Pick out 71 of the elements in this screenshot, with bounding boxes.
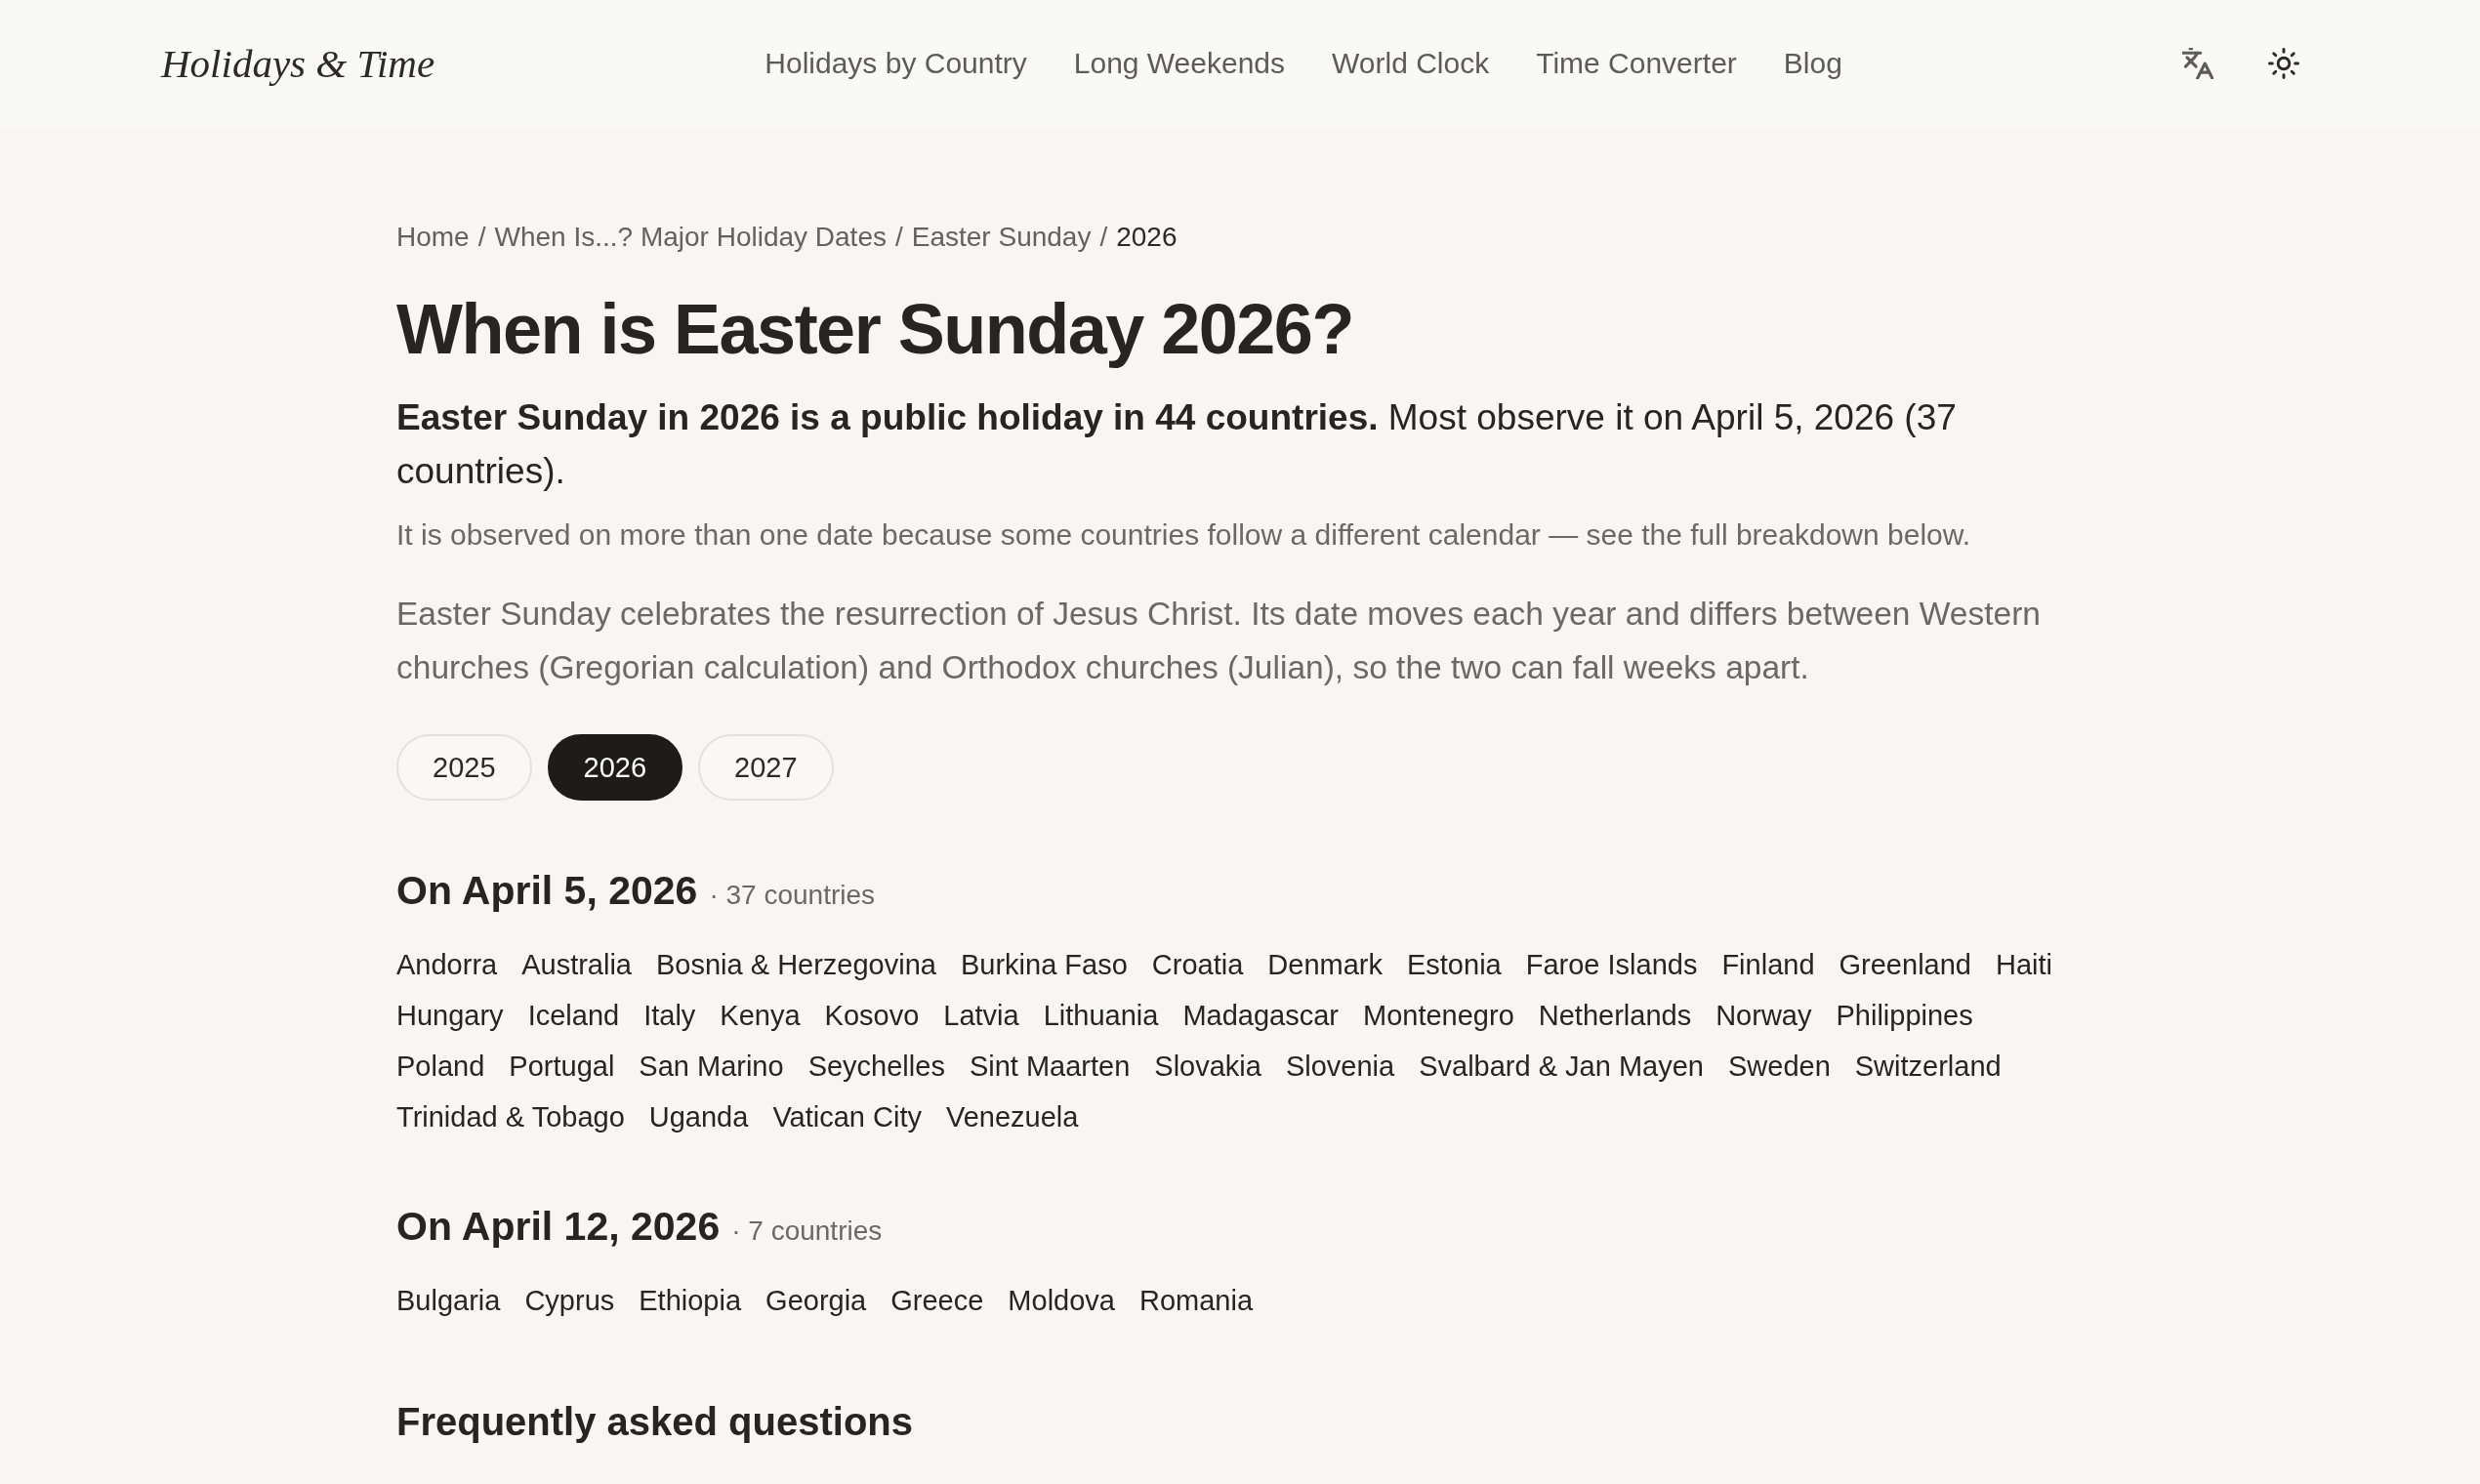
section-heading: On April 5, 2026 — [396, 867, 698, 915]
translate-icon — [2182, 48, 2213, 79]
country-link[interactable]: Latvia — [943, 990, 1019, 1041]
country-link[interactable]: Andorra — [396, 939, 498, 990]
faq-heading: Frequently asked questions — [396, 1399, 915, 1445]
country-link[interactable]: Trinidad & Tobago — [396, 1092, 625, 1142]
country-count: · 37 countries — [709, 879, 876, 912]
nav-link[interactable]: Long Weekends — [1073, 47, 1286, 80]
year-tab[interactable]: 2026 — [547, 734, 683, 801]
country-link[interactable]: Sweden — [1727, 1041, 1831, 1092]
year-tab[interactable]: 2027 — [698, 734, 834, 801]
country-link[interactable]: Estonia — [1406, 939, 1502, 990]
country-link[interactable]: Iceland — [527, 990, 620, 1041]
country-link[interactable]: Kosovo — [824, 990, 920, 1041]
breadcrumb-link[interactable]: Home — [396, 218, 470, 257]
breadcrumb-separator: / — [895, 221, 903, 254]
country-link[interactable]: San Marino — [639, 1041, 784, 1092]
nav-link[interactable]: Time Converter — [1536, 47, 1737, 80]
country-link[interactable]: Svalbard & Jan Mayen — [1419, 1041, 1704, 1092]
country-link[interactable]: Hungary — [396, 990, 504, 1041]
country-count: · 7 countries — [731, 1215, 883, 1248]
nav-link[interactable]: Holidays by Country — [765, 47, 1027, 80]
breadcrumb-separator: / — [1099, 221, 1108, 254]
country-link[interactable]: Montenegro — [1363, 990, 1514, 1041]
country-link[interactable]: Italy — [643, 990, 696, 1041]
country-link[interactable]: Switzerland — [1854, 1041, 2002, 1092]
country-link[interactable]: Philippines — [1836, 990, 1973, 1041]
nav-link[interactable]: Blog — [1783, 47, 1842, 80]
breadcrumb-link[interactable]: When Is...? Major Holiday Dates — [494, 218, 887, 257]
country-link[interactable]: Australia — [521, 939, 632, 990]
country-link[interactable]: Georgia — [765, 1275, 867, 1326]
country-link[interactable]: Bosnia & Herzegovina — [656, 939, 936, 990]
country-link[interactable]: Portugal — [509, 1041, 615, 1092]
description-text: Easter Sunday celebrates the resurrection of Jesus Christ. Its date moves each year and differs between Western churches (Gregorian calculation) and Orthodox churches (Julian), so the two can fall weeks apart. — [396, 595, 2042, 687]
page-title: When is Easter Sunday 2026? — [396, 289, 1354, 370]
country-link[interactable]: Burkina Faso — [960, 939, 1128, 990]
country-link[interactable]: Sint Maarten — [969, 1041, 1131, 1092]
country-link[interactable]: Denmark — [1267, 939, 1383, 990]
country-link[interactable]: Romania — [1139, 1275, 1254, 1326]
country-link[interactable]: Greece — [890, 1275, 984, 1326]
country-link[interactable]: Netherlands — [1538, 990, 1692, 1041]
breadcrumb-current: 2026 — [1116, 221, 1178, 254]
country-link[interactable]: Venezuela — [945, 1092, 1079, 1142]
breadcrumb-link[interactable]: Easter Sunday — [911, 218, 1092, 257]
country-link[interactable]: Finland — [1721, 939, 1815, 990]
site-logo[interactable]: Holidays & Time — [161, 40, 435, 87]
country-link[interactable]: Ethiopia — [639, 1275, 742, 1326]
country-link[interactable]: Poland — [396, 1041, 485, 1092]
country-link[interactable]: Uganda — [648, 1092, 749, 1142]
country-link[interactable]: Croatia — [1151, 939, 1244, 990]
nav-link[interactable]: World Clock — [1332, 47, 1490, 80]
country-link[interactable]: Vatican City — [772, 1092, 922, 1142]
breadcrumb-separator: / — [477, 221, 486, 254]
section-heading: On April 12, 2026 — [396, 1203, 721, 1251]
country-link[interactable]: Greenland — [1839, 939, 1971, 990]
note-text: It is observed on more than one date because some countries follow a different calendar — see the full breakdown below. — [396, 517, 1972, 553]
sun-icon — [2268, 48, 2299, 79]
country-link[interactable]: Faroe Islands — [1525, 939, 1698, 990]
country-link[interactable]: Lithuania — [1043, 990, 1159, 1041]
country-link[interactable]: Cyprus — [524, 1275, 615, 1326]
year-tab[interactable]: 2025 — [396, 734, 532, 801]
country-link[interactable]: Norway — [1715, 990, 1812, 1041]
country-link[interactable]: Haiti — [1995, 939, 2052, 990]
country-link[interactable]: Bulgaria — [396, 1275, 501, 1326]
country-link[interactable]: Slovenia — [1285, 1041, 1395, 1092]
country-link[interactable]: Kenya — [720, 990, 801, 1041]
country-link[interactable]: Seychelles — [807, 1041, 945, 1092]
country-link[interactable]: Slovakia — [1154, 1041, 1261, 1092]
country-link[interactable]: Madagascar — [1182, 990, 1339, 1041]
lead-text: Easter Sunday in 2026 is a public holiday in 44 countries. Most observe it on April 5, 2026 (37 countries). — [396, 396, 1958, 493]
country-link[interactable]: Moldova — [1008, 1275, 1115, 1326]
